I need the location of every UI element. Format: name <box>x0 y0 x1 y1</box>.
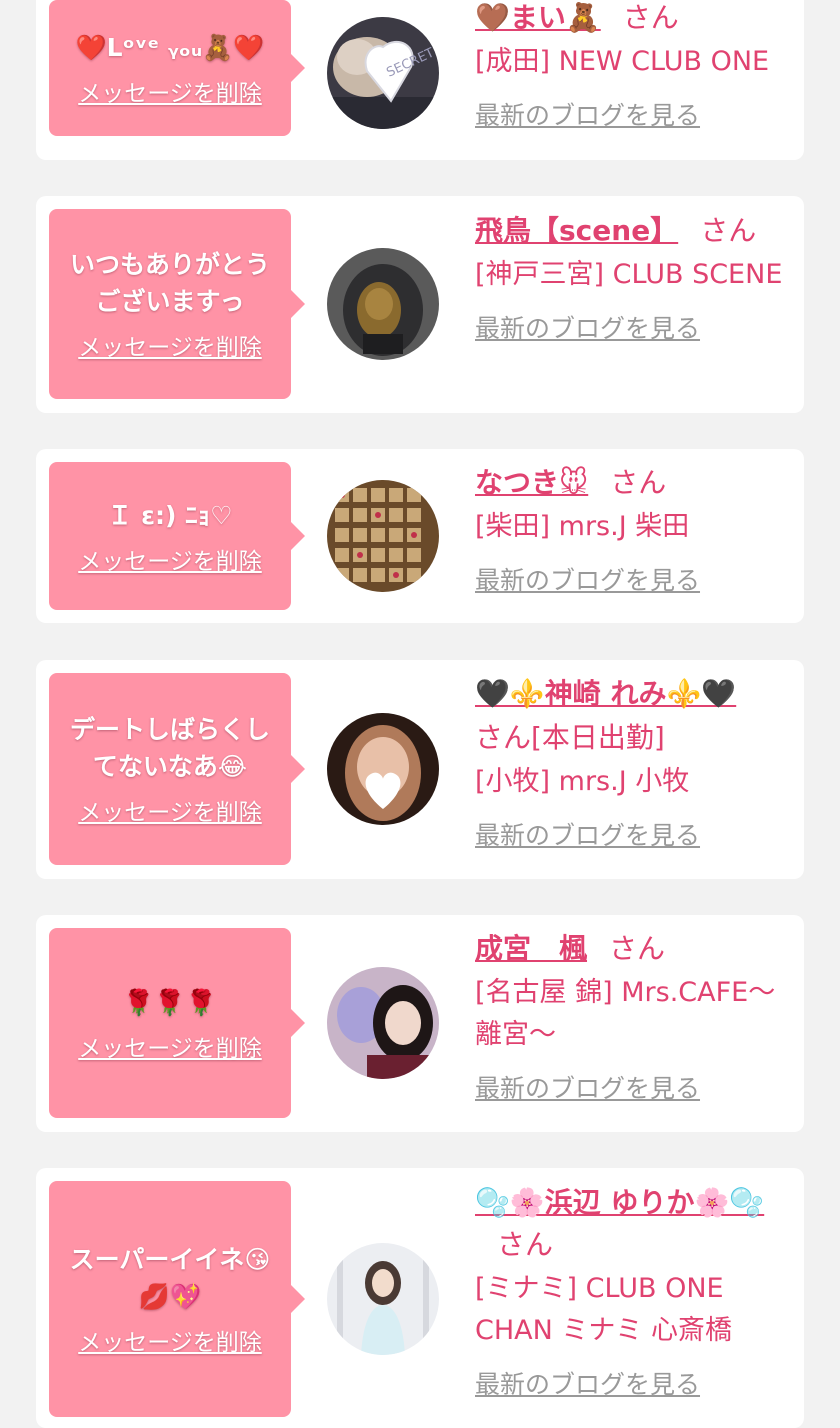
honorific-with-status: さん[本日出勤] <box>475 721 665 754</box>
cast-name-link[interactable]: 🤎まい🧸 <box>475 1 601 34</box>
cast-name-link[interactable]: 🖤⚜️神崎 れみ⚜️🖤 <box>475 677 736 710</box>
message-text: 🌹🌹🌹 <box>123 987 217 1017</box>
honorific: さん <box>622 1 679 34</box>
message-card: いつもありがとう ございますっ メッセージを削除 飛鳥【scene】 さん [神戸… <box>36 196 804 413</box>
cast-name-link[interactable]: 🫧🌸浜辺 ゆりか🌸🫧 <box>475 1186 764 1219</box>
message-bubble: デートしばらくし てないなあ😂 メッセージを削除 <box>49 673 291 865</box>
cast-avatar[interactable] <box>327 967 439 1079</box>
delete-message-link[interactable]: メッセージを削除 <box>78 1323 262 1357</box>
latest-blog-link[interactable]: 最新のブログを見る <box>475 817 700 855</box>
shop-name: [名古屋 錦] Mrs.CAFE〜離宮〜 <box>475 977 776 1050</box>
shop-name: [柴田] mrs.J 柴田 <box>475 511 690 542</box>
message-text: いつもありがとう ございますっ <box>69 250 270 316</box>
latest-blog-link[interactable]: 最新のブログを見る <box>475 97 700 135</box>
cast-info: 🤎まい🧸 さん [成田] NEW CLUB ONE 最新のブログを見る <box>475 0 793 135</box>
honorific: さん <box>610 466 667 499</box>
cast-avatar[interactable] <box>327 248 439 360</box>
message-card: スーパーイイネ😘 💋💖 メッセージを削除 🫧🌸浜辺 ゆりか🌸🫧 さん [ミナミ] … <box>36 1168 804 1428</box>
delete-message-link[interactable]: メッセージを削除 <box>78 74 262 108</box>
cast-avatar[interactable]: SECRET <box>327 17 439 129</box>
cast-avatar[interactable] <box>327 713 439 825</box>
message-text: デートしばらくし てないなあ😂 <box>69 715 270 781</box>
message-card: ❤️Lᵒᵛᵉ ᵧₒᵤ🧸❤️ メッセージを削除 SECRET 🤎まい🧸 さん [成田… <box>36 0 804 160</box>
cast-avatar[interactable] <box>327 1243 439 1355</box>
cast-info: なつき🐭 さん [柴田] mrs.J 柴田 最新のブログを見る <box>475 462 793 600</box>
cast-info: 飛鳥【scene】 さん [神戸三宮] CLUB SCENE 最新のブログを見る <box>475 210 793 348</box>
latest-blog-link[interactable]: 最新のブログを見る <box>475 310 700 348</box>
shop-name: [ミナミ] CLUB ONE CHAN ミナミ 心斎橋 <box>475 1273 732 1346</box>
delete-message-link[interactable]: メッセージを削除 <box>78 1029 262 1063</box>
cast-name-link[interactable]: 成宮 楓 <box>475 932 587 965</box>
cast-info: 成宮 楓さん [名古屋 錦] Mrs.CAFE〜離宮〜 最新のブログを見る <box>475 928 793 1108</box>
delete-message-link[interactable]: メッセージを削除 <box>78 328 262 362</box>
delete-message-link[interactable]: メッセージを削除 <box>78 793 262 827</box>
shop-name: [小牧] mrs.J 小牧 <box>475 766 690 797</box>
message-bubble: いつもありがとう ございますっ メッセージを削除 <box>49 209 291 399</box>
message-card: Ｉ ε:) ﾆｮ♡ メッセージを削除 なつき🐭 さん [柴田] mrs.J 柴田 … <box>36 449 804 623</box>
shop-name: [成田] NEW CLUB ONE <box>475 46 770 77</box>
message-card: デートしばらくし てないなあ😂 メッセージを削除 🖤⚜️神崎 れみ⚜️🖤 さん[… <box>36 660 804 879</box>
message-bubble: ❤️Lᵒᵛᵉ ᵧₒᵤ🧸❤️ メッセージを削除 <box>49 0 291 136</box>
honorific: さん <box>497 1228 554 1261</box>
honorific: さん <box>700 214 757 247</box>
message-text: ❤️Lᵒᵛᵉ ᵧₒᵤ🧸❤️ <box>75 32 265 62</box>
message-text: Ｉ ε:) ﾆｮ♡ <box>107 500 233 530</box>
message-text: スーパーイイネ😘 💋💖 <box>69 1245 271 1311</box>
latest-blog-link[interactable]: 最新のブログを見る <box>475 1366 700 1404</box>
delete-message-link[interactable]: メッセージを削除 <box>78 542 262 576</box>
message-bubble: スーパーイイネ😘 💋💖 メッセージを削除 <box>49 1181 291 1417</box>
message-bubble: 🌹🌹🌹 メッセージを削除 <box>49 928 291 1118</box>
cast-avatar[interactable] <box>327 480 439 592</box>
message-card: 🌹🌹🌹 メッセージを削除 成宮 楓さん [名古屋 錦] Mrs.CAFE〜離宮〜… <box>36 915 804 1132</box>
honorific: さん <box>609 932 666 965</box>
latest-blog-link[interactable]: 最新のブログを見る <box>475 1070 700 1108</box>
cast-info: 🫧🌸浜辺 ゆりか🌸🫧 さん [ミナミ] CLUB ONE CHAN ミナミ 心斎橋… <box>475 1182 793 1404</box>
cast-info: 🖤⚜️神崎 れみ⚜️🖤 さん[本日出勤] [小牧] mrs.J 小牧 最新のブロ… <box>475 673 793 855</box>
latest-blog-link[interactable]: 最新のブログを見る <box>475 562 700 600</box>
shop-name: [神戸三宮] CLUB SCENE <box>475 259 783 290</box>
cast-name-link[interactable]: 飛鳥【scene】 <box>475 214 678 247</box>
cast-name-link[interactable]: なつき🐭 <box>475 466 588 499</box>
message-bubble: Ｉ ε:) ﾆｮ♡ メッセージを削除 <box>49 462 291 610</box>
